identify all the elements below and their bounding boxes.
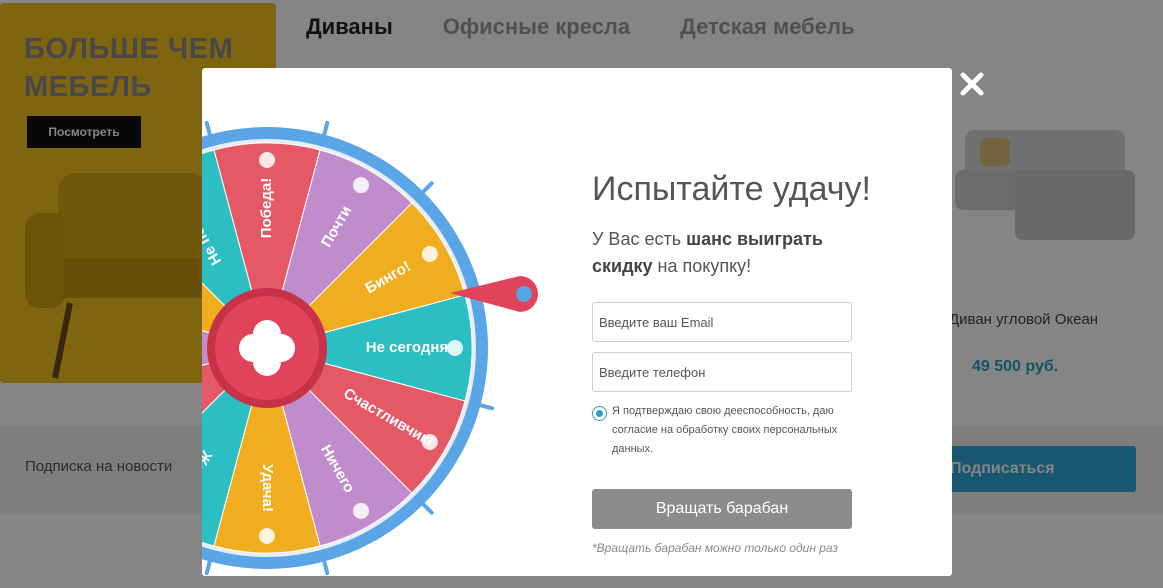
wheel-peg	[321, 557, 330, 576]
fortune-wheel: Победа! ПочтиБинго!Не сегодняСчастливчик!…	[202, 120, 538, 576]
horseshoe-icon	[259, 528, 275, 544]
consent-text: Я подтверждаю свою дееспособность, даю с…	[612, 405, 838, 455]
party-icon	[421, 246, 438, 262]
wheel-pointer-knob	[516, 286, 532, 302]
wheel-sector-label: Не сегодня	[366, 339, 448, 356]
wheel-peg	[204, 120, 213, 139]
phone-field[interactable]	[592, 352, 852, 392]
wheel-sector-label: Удача!	[259, 464, 276, 512]
wheel-peg	[321, 120, 330, 139]
wheel-sector-label: Победа!	[258, 178, 275, 238]
clover-icon	[239, 334, 267, 362]
wheel-peg	[204, 557, 213, 576]
trophy-icon	[259, 152, 275, 168]
spin-wheel-button[interactable]: Вращать барабан	[592, 489, 852, 529]
close-icon[interactable]	[958, 70, 986, 98]
modal-description: У Вас есть шанс выиграть скидку на покуп…	[592, 226, 882, 280]
wheel-peg	[419, 181, 434, 196]
cheese-icon	[353, 502, 369, 519]
desc-prefix: У Вас есть	[592, 229, 687, 249]
fortune-wheel-modal: Победа! Почти Бинго! Не сегодня Счастливчик!…	[202, 68, 952, 576]
modal-title: Испытайте удачу!	[592, 170, 871, 208]
desc-suffix: на покупку!	[652, 256, 752, 276]
consent-radio[interactable]	[592, 406, 607, 421]
modal-form-panel: Испытайте удачу! У Вас есть шанс выиграт…	[592, 68, 922, 576]
wheel-peg	[476, 402, 495, 411]
gift-icon	[421, 434, 438, 450]
spin-note: *Вращать барабан можно только один раз	[592, 541, 838, 555]
cloud-sun-icon	[447, 340, 463, 356]
dice-icon	[353, 177, 369, 194]
email-field[interactable]	[592, 302, 852, 342]
wheel-peg	[419, 500, 434, 515]
